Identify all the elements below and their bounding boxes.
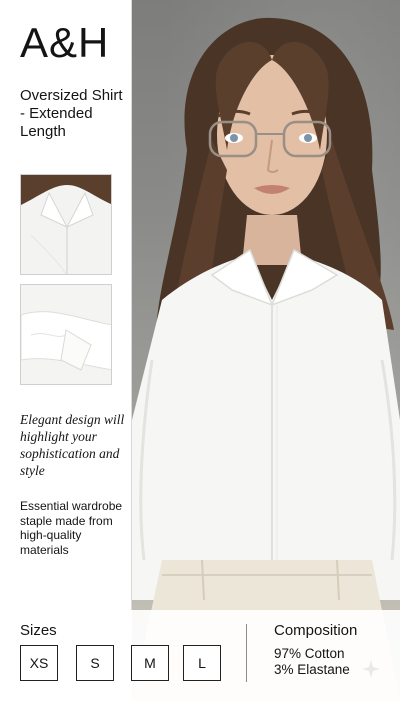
brand-logo: A&H: [20, 19, 110, 66]
model-photo: [132, 0, 400, 701]
product-info-panel: A&H Oversized Shirt - Extended Length El…: [0, 0, 132, 610]
composition-label: Composition: [274, 622, 358, 639]
thumbnail-collar[interactable]: [20, 174, 112, 275]
model-illustration: [132, 17, 400, 701]
divider: [246, 624, 247, 682]
product-description: Essential wardrobe staple made from high…: [20, 499, 123, 557]
product-title: Oversized Shirt - Extended Length: [20, 87, 123, 140]
product-tagline: Elegant design will highlight your sophi…: [20, 412, 125, 478]
composition-line-elastane: 3% Elastane: [274, 662, 350, 677]
size-button-s[interactable]: S: [76, 645, 114, 681]
size-button-xs[interactable]: XS: [20, 645, 58, 681]
composition-line-cotton: 97% Cotton: [274, 646, 345, 661]
bottom-info-bar: Sizes XS S M L Composition 97% Cotton 3%…: [0, 610, 400, 701]
size-button-m[interactable]: M: [131, 645, 169, 681]
thumbnail-cuff[interactable]: [20, 284, 112, 385]
sizes-label: Sizes: [20, 622, 57, 639]
collar-detail-image: [21, 175, 111, 274]
size-button-l[interactable]: L: [183, 645, 221, 681]
cuff-detail-image: [21, 285, 111, 384]
sparkle-icon: [362, 660, 380, 678]
